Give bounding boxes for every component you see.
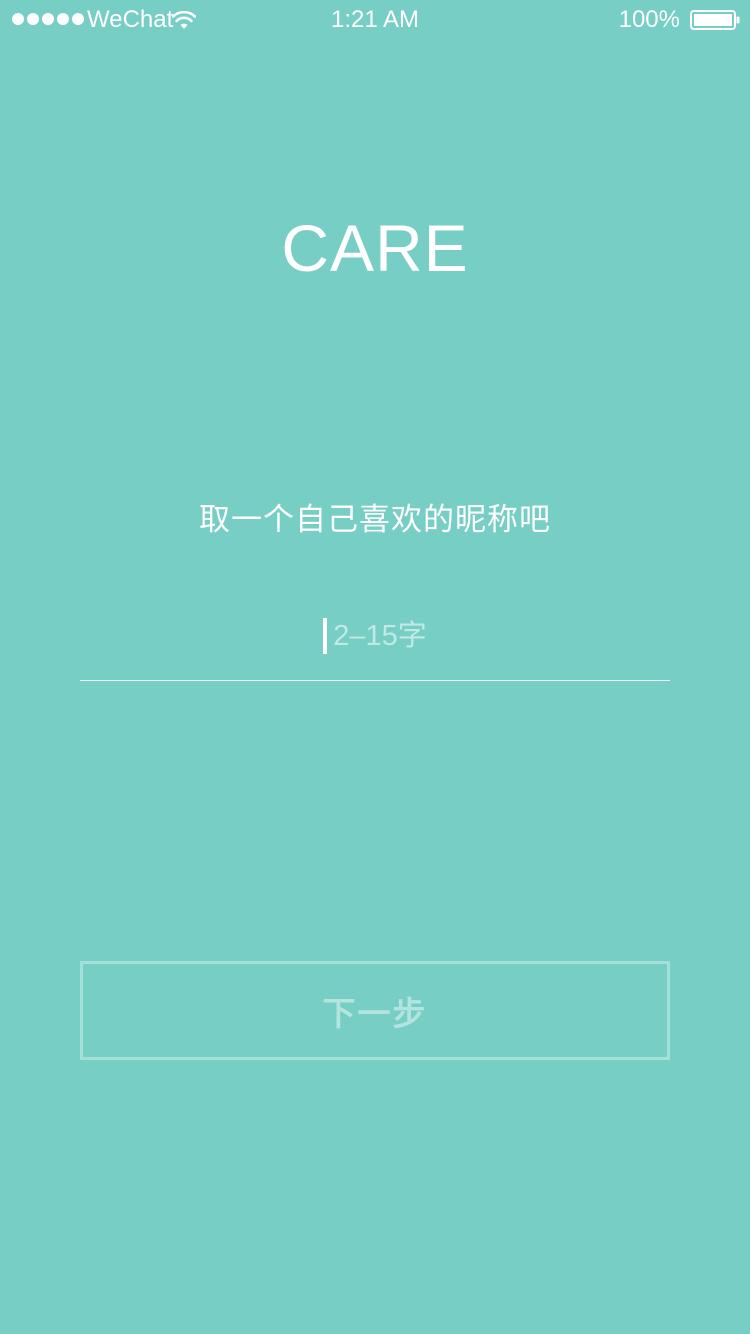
nickname-placeholder: 2–15字 xyxy=(333,620,427,652)
next-button-label: 下一步 xyxy=(322,994,428,1032)
battery-percent: 100% xyxy=(618,6,680,33)
battery-icon xyxy=(690,10,740,30)
nickname-input[interactable]: 2–15字 xyxy=(80,606,670,681)
status-bar: WeChat 1:21 AM 100% xyxy=(0,0,750,40)
next-button[interactable]: 下一步 xyxy=(80,961,670,1060)
app-title: CARE xyxy=(281,211,469,285)
text-cursor xyxy=(323,618,328,654)
nickname-prompt: 取一个自己喜欢的昵称吧 xyxy=(199,502,551,537)
